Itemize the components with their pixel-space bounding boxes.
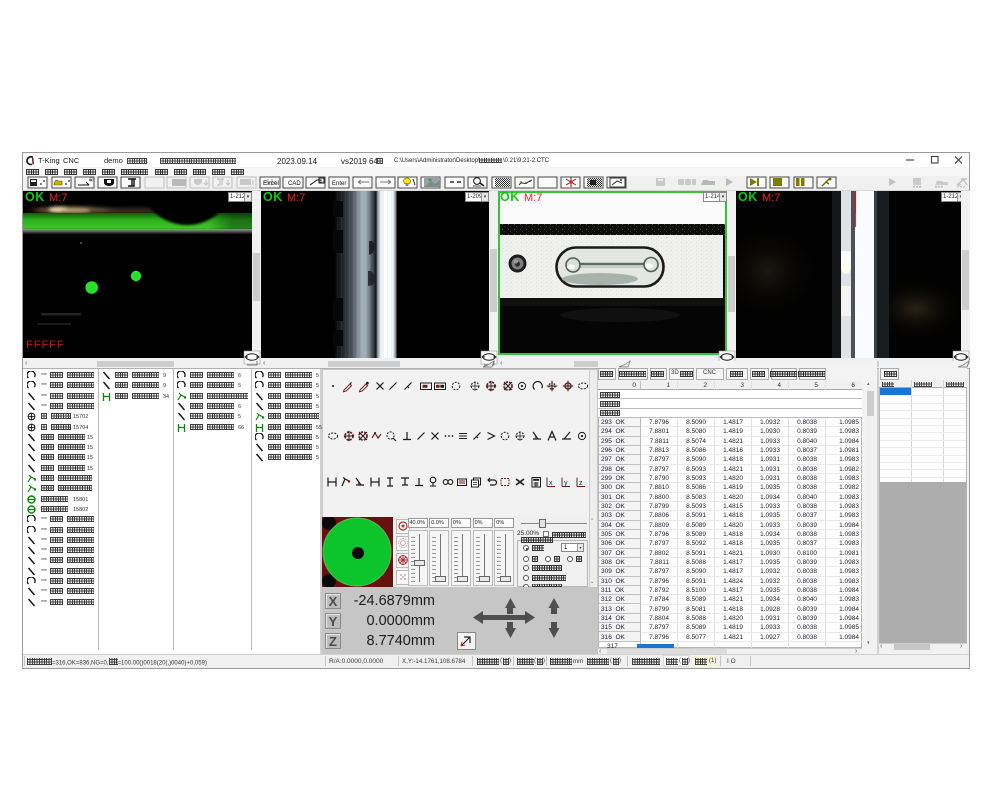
svg-text:FFFFF: FFFFF [26,339,65,351]
svg-text:Enter: Enter [332,181,346,187]
svg-text:Excel: Excel [263,180,279,187]
svg-text:CAD: CAD [288,181,301,187]
svg-text:x: x [549,480,553,487]
svg-text:y: y [564,480,568,487]
svg-text:B: B [320,179,323,184]
svg-text:z: z [579,480,583,487]
